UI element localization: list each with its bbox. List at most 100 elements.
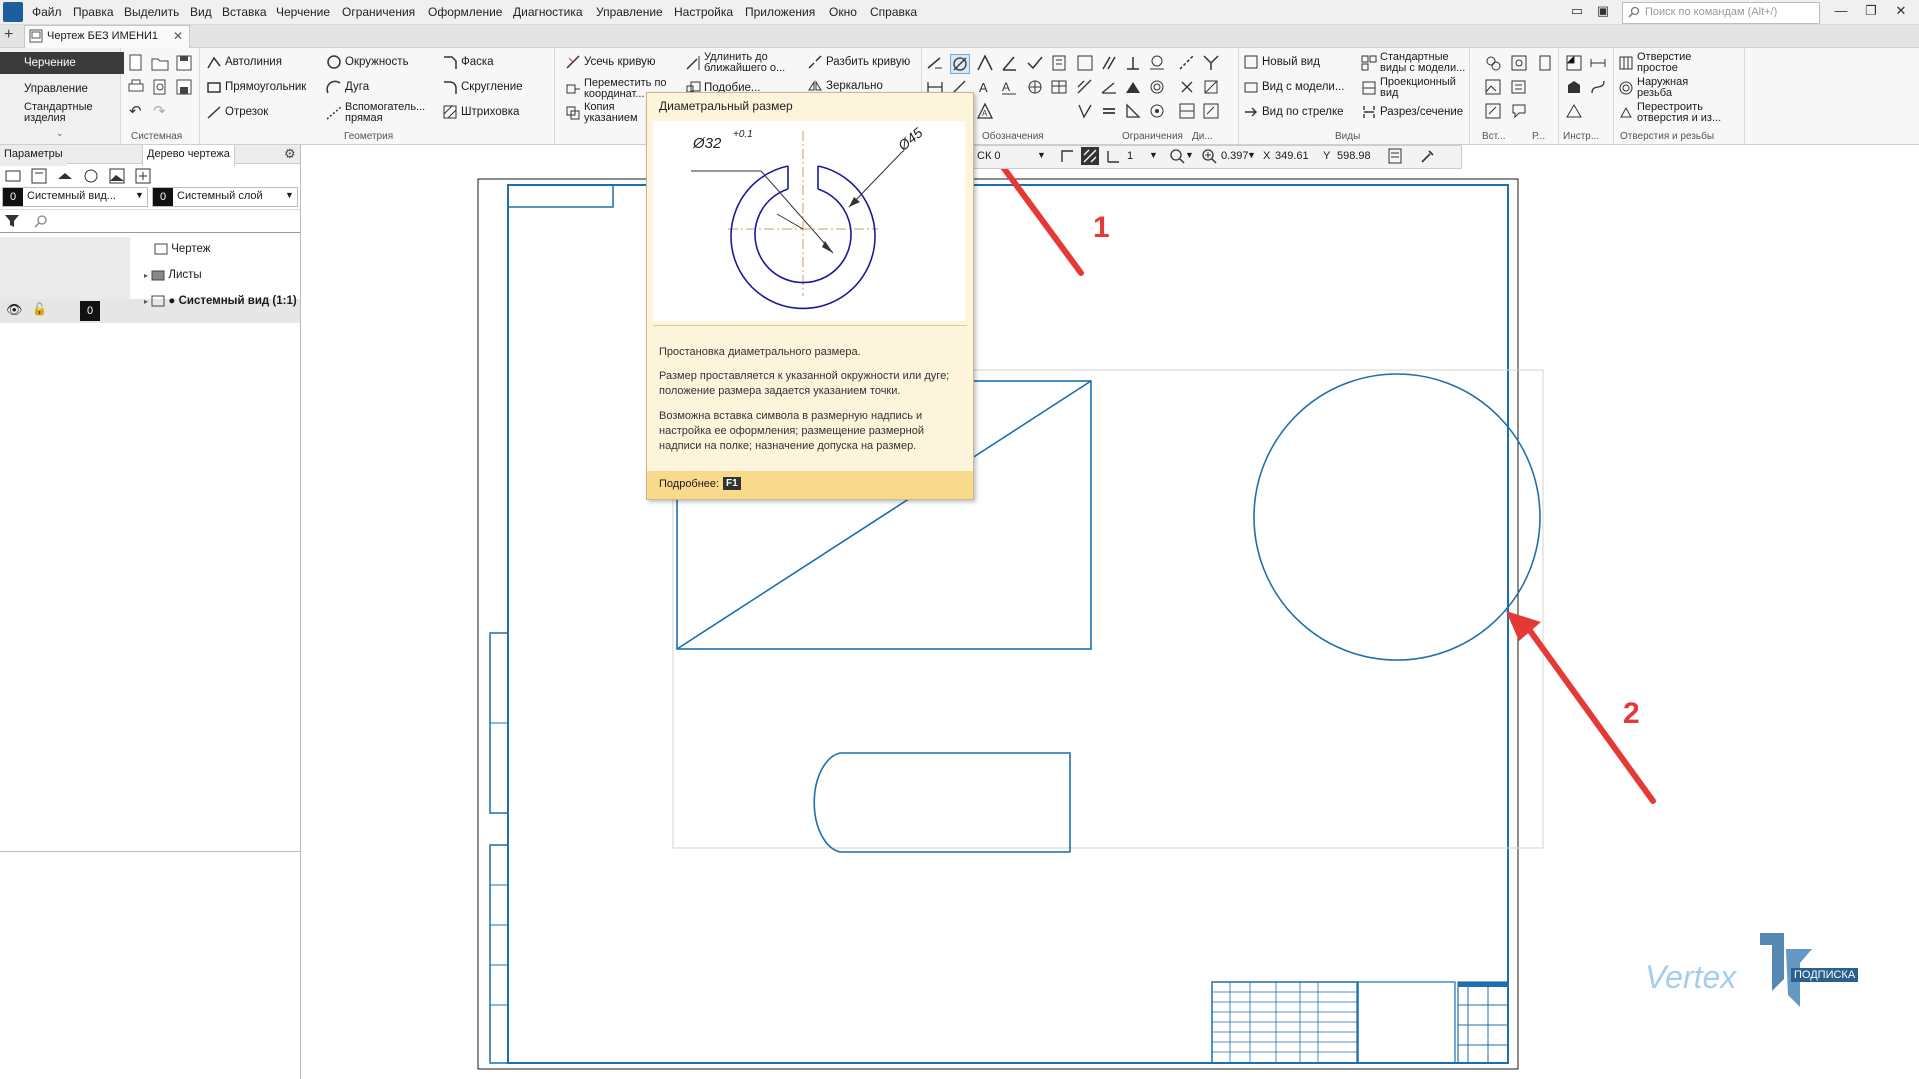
triangle-icon[interactable] [1124, 102, 1142, 120]
menu-apps[interactable]: Приложения [745, 5, 815, 19]
angle-constraint-icon[interactable] [1100, 78, 1118, 96]
tree-item-drawing[interactable]: Чертеж [154, 243, 211, 255]
menu-file[interactable]: Файл [32, 5, 62, 19]
save-all-icon[interactable] [175, 78, 193, 96]
tree-search-icon[interactable] [34, 214, 48, 228]
tree-item-sheets[interactable]: ▸ Листы [144, 269, 202, 281]
leader-text-icon[interactable]: A [1000, 78, 1018, 96]
open-folder-icon[interactable] [151, 54, 169, 72]
trim-curve-button[interactable]: Усечь кривую [565, 54, 656, 76]
new-view-button[interactable]: Новый вид [1243, 54, 1320, 76]
target-circle[interactable] [1253, 373, 1541, 661]
tooltip-more-bar[interactable]: Подробнее: F1 [647, 471, 973, 499]
x-coordinate[interactable]: 349.61 [1275, 150, 1309, 162]
zoom-icon[interactable] [1201, 148, 1217, 164]
tree-filter-mode-icon[interactable] [4, 167, 22, 185]
tree-structure-icon[interactable] [30, 167, 48, 185]
dropdown-arrow-icon[interactable]: ▼ [1247, 150, 1256, 160]
measure-icon[interactable] [1565, 54, 1583, 72]
collinear-icon[interactable] [1178, 54, 1196, 72]
split-curve-button[interactable]: Разбить кривую [807, 54, 910, 76]
print-icon[interactable] [127, 78, 145, 96]
insert-frame-icon[interactable] [1510, 102, 1528, 120]
visibility-eye-icon[interactable]: 👁 [6, 302, 23, 318]
segment-button[interactable]: Отрезок [206, 104, 268, 126]
insert-fragment-icon[interactable] [1484, 54, 1502, 72]
fillet-button[interactable]: Скругление [442, 79, 523, 101]
drawing-canvas[interactable]: 1 2 Vertex ПОДПИСКА [301, 145, 1919, 1079]
mode-std-parts-button[interactable]: Стандартные изделия [6, 102, 104, 124]
scale-value[interactable]: 1 [1127, 150, 1133, 162]
dim-params-icon[interactable] [1202, 102, 1220, 120]
extend-button[interactable]: Удлинить до ближайшего о... [685, 52, 804, 74]
tree-item-system-view[interactable]: ▸ ● Системный вид (1:1) [144, 295, 297, 307]
text-label-icon[interactable]: A [976, 78, 994, 96]
coincident-icon[interactable] [1148, 102, 1166, 120]
horizontal-constraint-icon[interactable] [1076, 78, 1094, 96]
arrow-view-button[interactable]: Вид по стрелке [1243, 104, 1344, 126]
dropdown-arrow-icon[interactable]: ▼ [1037, 150, 1046, 160]
undo-icon[interactable]: ↶ [129, 102, 142, 120]
check-dim-icon[interactable] [1026, 54, 1044, 72]
menu-view[interactable]: Вид [190, 5, 212, 19]
menu-select[interactable]: Выделить [124, 5, 179, 19]
insert-text-icon[interactable] [1536, 54, 1554, 72]
zoom-window-icon[interactable] [1169, 148, 1185, 164]
lock-icon[interactable]: 🔓 [32, 302, 47, 316]
circle-button[interactable]: Окружность [326, 54, 409, 76]
fix-length-icon[interactable] [1202, 78, 1220, 96]
parallel-constraint-icon[interactable] [1076, 54, 1094, 72]
panels-icon[interactable]: ▣ [1592, 3, 1614, 21]
aux-line-button[interactable]: Вспомогатель... прямая [326, 102, 435, 124]
save-icon[interactable] [175, 54, 193, 72]
eyedropper-icon[interactable] [1419, 148, 1435, 164]
expand-chevron-icon[interactable]: ⌄ [56, 128, 64, 139]
insert-image-icon[interactable] [1484, 78, 1502, 96]
rebuild-holes-button[interactable]: Перестроить отверстия и из... [1618, 102, 1741, 124]
tree-image-icon[interactable] [108, 167, 126, 185]
parallel-lines-icon[interactable] [1100, 54, 1118, 72]
tangent-icon[interactable] [1148, 54, 1166, 72]
dropdown-arrow-icon[interactable]: ▼ [1185, 150, 1194, 160]
filter-funnel-icon[interactable] [4, 213, 20, 229]
simple-hole-button[interactable]: Отверстие простое [1618, 52, 1717, 74]
menu-management[interactable]: Управление [596, 5, 663, 19]
restore-button[interactable]: ❐ [1860, 3, 1882, 21]
menu-edit[interactable]: Правка [73, 5, 114, 19]
zoom-value[interactable]: 0.397 [1221, 150, 1249, 162]
rectangle-button[interactable]: Прямоугольник [206, 79, 306, 101]
document-tab[interactable]: Чертеж БЕЗ ИМЕНИ1 ✕ [24, 25, 190, 48]
equal-icon[interactable] [1100, 102, 1118, 120]
new-tab-plus-icon[interactable]: + [4, 26, 13, 44]
menu-diagnostics[interactable]: Диагностика [513, 5, 583, 19]
mode-drawing-button[interactable]: Черчение [0, 52, 124, 74]
snap-icon[interactable] [1059, 148, 1075, 164]
rounded-slot-shape[interactable] [813, 752, 1071, 853]
layout-icon[interactable]: ▭ [1566, 3, 1588, 21]
menu-formatting[interactable]: Оформление [428, 5, 502, 19]
distance-icon[interactable] [1589, 54, 1607, 72]
insert-link-icon[interactable] [1484, 102, 1502, 120]
cs-select[interactable]: СК 0 [977, 150, 1001, 162]
base-icon[interactable] [1026, 78, 1044, 96]
projection-view-button[interactable]: Проекционный вид [1361, 77, 1460, 99]
expand-arrow-icon[interactable]: ▸ [144, 297, 148, 306]
grid-dim-icon[interactable] [1178, 102, 1196, 120]
std-views-button[interactable]: Стандартные виды с модели... [1361, 52, 1470, 74]
calculator-icon[interactable] [1387, 148, 1403, 164]
table-icon[interactable] [1050, 78, 1068, 96]
command-search-input[interactable]: Поиск по командам (Alt+/) [1622, 2, 1820, 24]
insert-view-icon[interactable] [1510, 54, 1528, 72]
fix-point-icon[interactable] [1178, 78, 1196, 96]
autoline-button[interactable]: Автолиния [206, 54, 282, 76]
text-dim-icon[interactable] [1050, 54, 1068, 72]
expand-arrow-icon[interactable]: ▸ [144, 271, 148, 280]
hatch-button[interactable]: Штриховка [442, 104, 519, 126]
ortho-icon[interactable] [1105, 148, 1121, 164]
menu-drawing[interactable]: Черчение [276, 5, 330, 19]
redo-icon[interactable]: ↷ [153, 102, 166, 120]
copy-indicated-button[interactable]: Копия указанием [565, 102, 644, 124]
new-doc-icon[interactable] [127, 54, 145, 72]
menu-constraints[interactable]: Ограничения [342, 5, 415, 19]
bend-icon[interactable] [1589, 78, 1607, 96]
